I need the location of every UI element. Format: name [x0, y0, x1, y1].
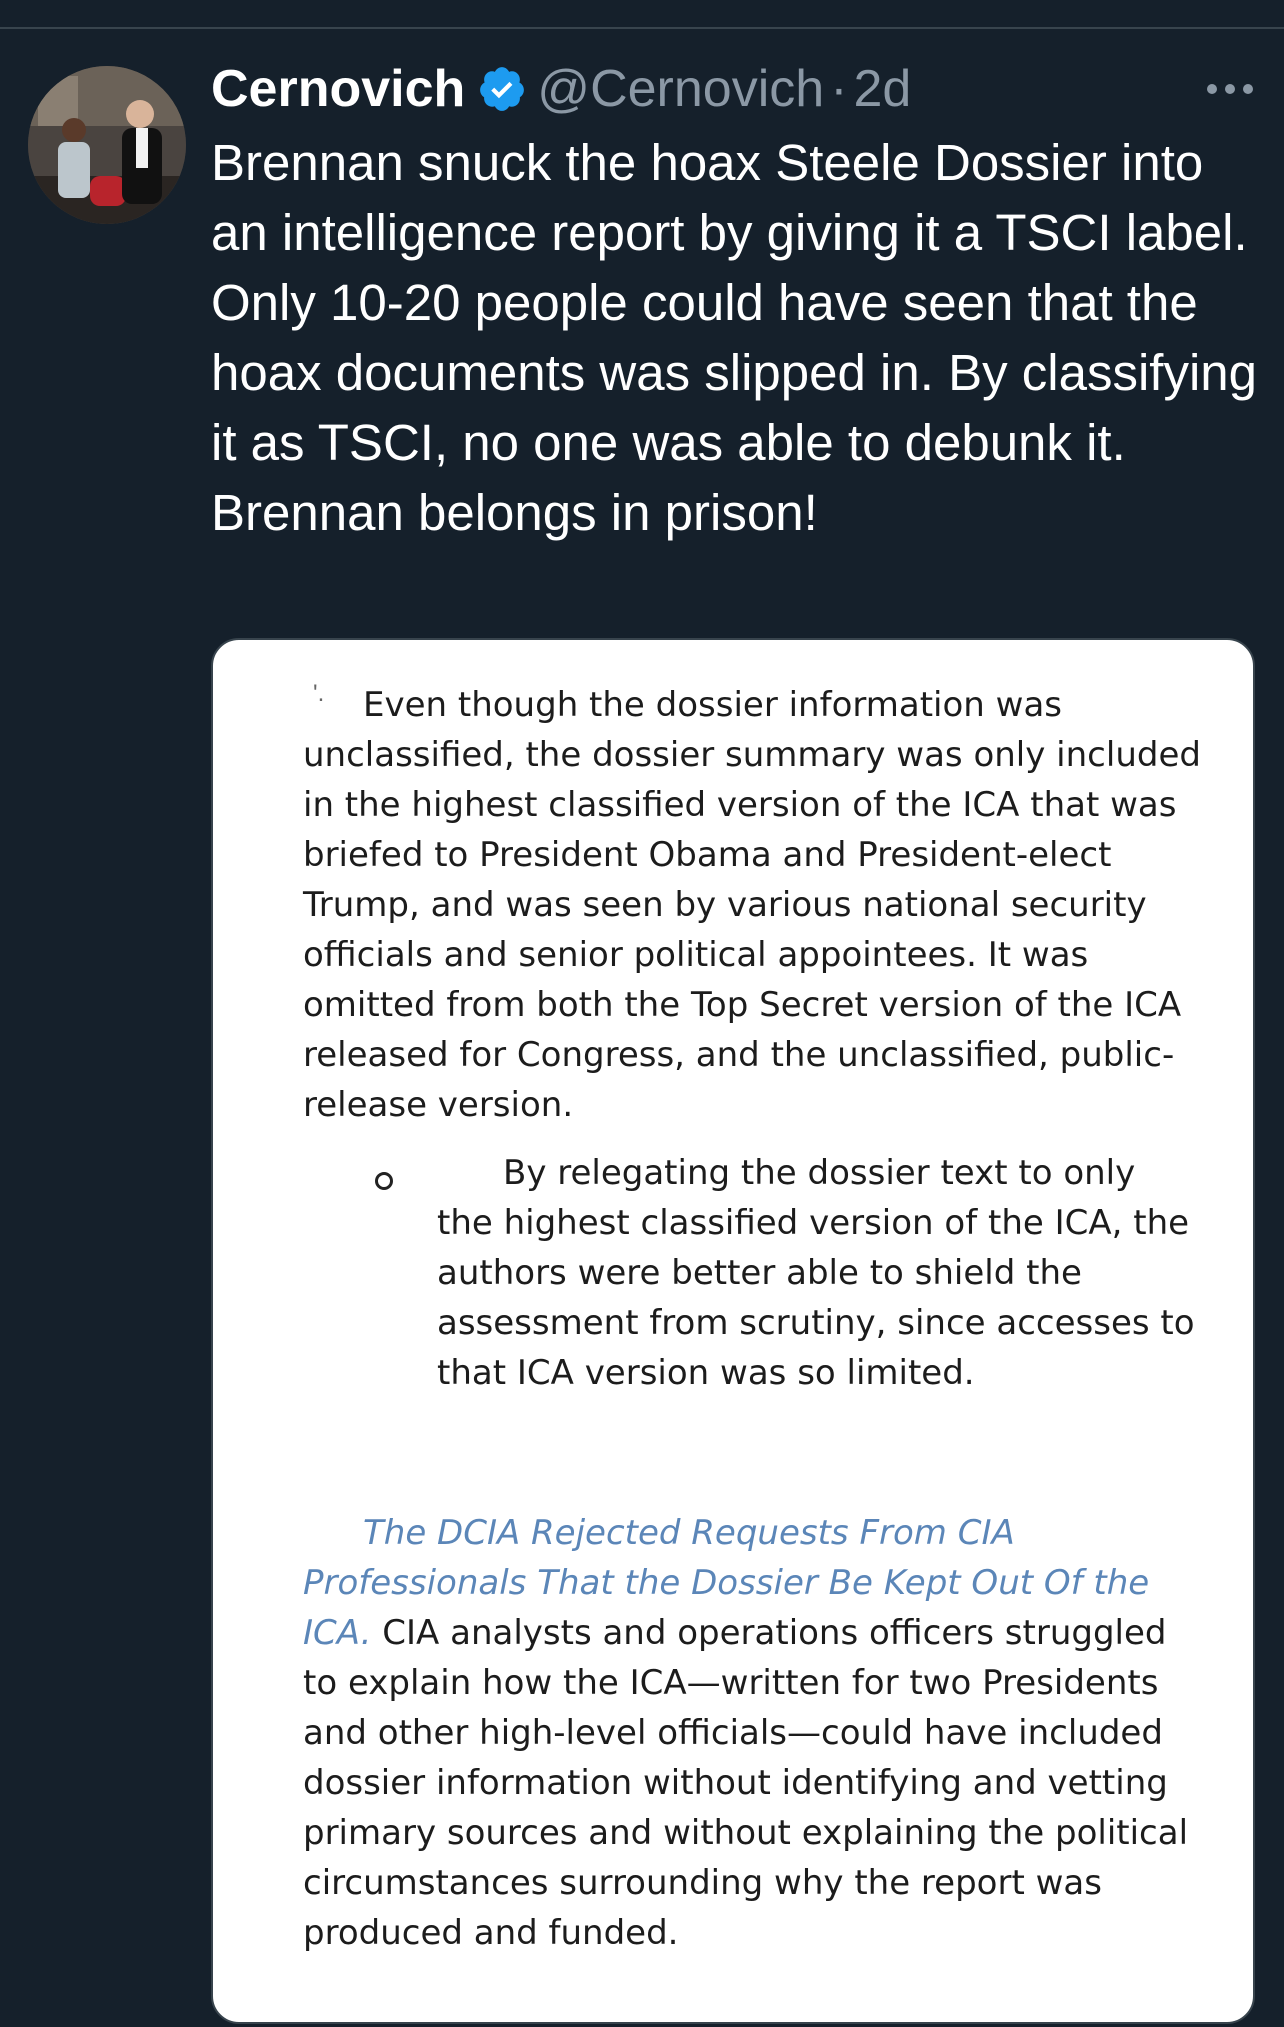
bullet-marker [375, 1172, 393, 1190]
author-handle[interactable]: @Cernovich [537, 59, 824, 119]
document-bullet-paragraph: By relegating the dossier text to only t… [437, 1148, 1197, 1398]
document-paragraph-1: Even though the dossier information was … [303, 680, 1203, 1130]
paragraph-1-text: Even though the dossier information was … [303, 685, 1201, 1125]
avatar[interactable] [28, 66, 186, 224]
author-display-name[interactable]: Cernovich [211, 59, 465, 119]
verified-badge-icon [480, 67, 525, 111]
document-paragraph-3: The DCIA Rejected Requests From CIA Prof… [303, 1508, 1203, 1958]
header-separator: · [830, 60, 848, 118]
avatar-photo [28, 66, 186, 224]
top-divider [0, 27, 1284, 29]
tweet-header: Cernovich @Cernovich · 2d [211, 58, 911, 120]
tweet-media-image[interactable]: '. Even though the dossier information w… [211, 638, 1255, 2024]
paragraph-3-text: CIA analysts and operations officers str… [303, 1613, 1189, 1953]
bullet-text: By relegating the dossier text to only t… [437, 1153, 1195, 1393]
more-horizontal-icon[interactable] [1204, 74, 1256, 104]
tweet-text: Brennan snuck the hoax Steele Dossier in… [211, 134, 1258, 541]
tweet-timestamp[interactable]: 2d [854, 59, 912, 119]
